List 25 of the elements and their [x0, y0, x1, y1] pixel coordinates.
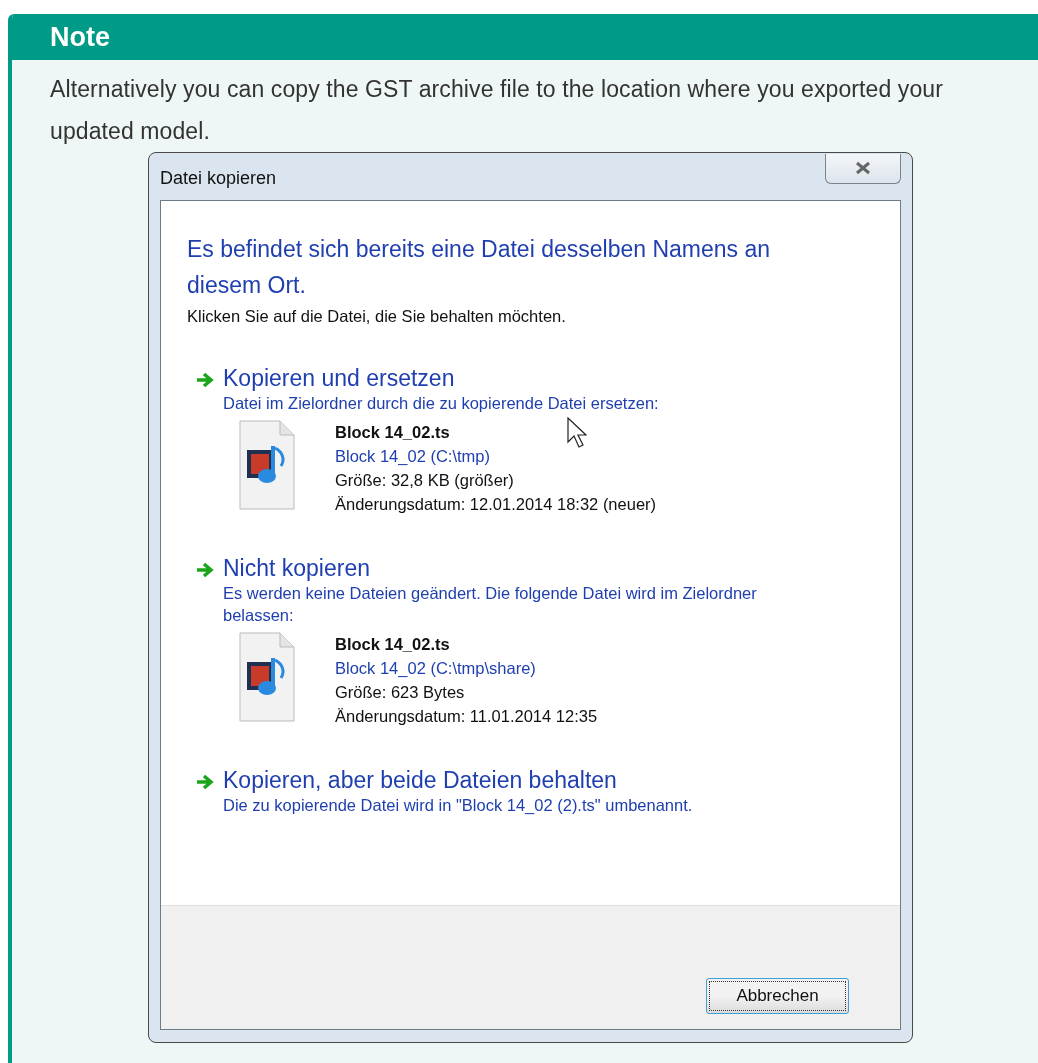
file-size: Größe: 623 Bytes — [335, 682, 465, 703]
file-location: Block 14_02 (C:\tmp) — [335, 446, 490, 467]
option-link[interactable]: Kopieren, aber beide Dateien behalten — [223, 766, 693, 794]
option-description: Die zu kopierende Datei wird in "Block 14_02 (2).ts" umbenannt. — [223, 795, 693, 816]
file-name: Block 14_02.ts — [335, 634, 450, 655]
cancel-button[interactable]: Abbrechen — [706, 978, 849, 1014]
close-button[interactable] — [825, 153, 901, 184]
file-name: Block 14_02.ts — [335, 422, 450, 443]
file-size: Größe: 32,8 KB (größer) — [335, 470, 514, 491]
option-link[interactable]: Nicht kopieren — [223, 554, 823, 582]
close-icon — [855, 161, 871, 175]
window-title: Datei kopieren — [160, 167, 277, 189]
note-text: Alternatively you can copy the GST archive file to the location where you exported your updated model. — [49, 75, 944, 146]
note-title: Note — [12, 14, 1038, 60]
file-date: Änderungsdatum: 11.01.2014 12:35 — [335, 706, 598, 727]
mouse-cursor-icon — [567, 417, 587, 449]
file-location: Block 14_02 (C:\tmp\share) — [335, 658, 536, 679]
dialog-heading: Es befindet sich bereits eine Datei desselben Namens an diesem Ort. — [187, 235, 771, 300]
file-date: Änderungsdatum: 12.01.2014 18:32 (neuer) — [335, 494, 657, 515]
option-link[interactable]: Kopieren und ersetzen — [223, 364, 659, 392]
media-file-icon — [239, 420, 295, 510]
option-description: Es werden keine Dateien geändert. Die folgende Datei wird im Zielordner belassen: — [223, 583, 758, 626]
instruction-text: Klicken Sie auf die Datei, die Sie behalten möchten. — [187, 307, 567, 326]
media-file-icon — [239, 632, 295, 722]
option-description: Datei im Zielordner durch die zu kopierende Datei ersetzen: — [223, 393, 659, 414]
